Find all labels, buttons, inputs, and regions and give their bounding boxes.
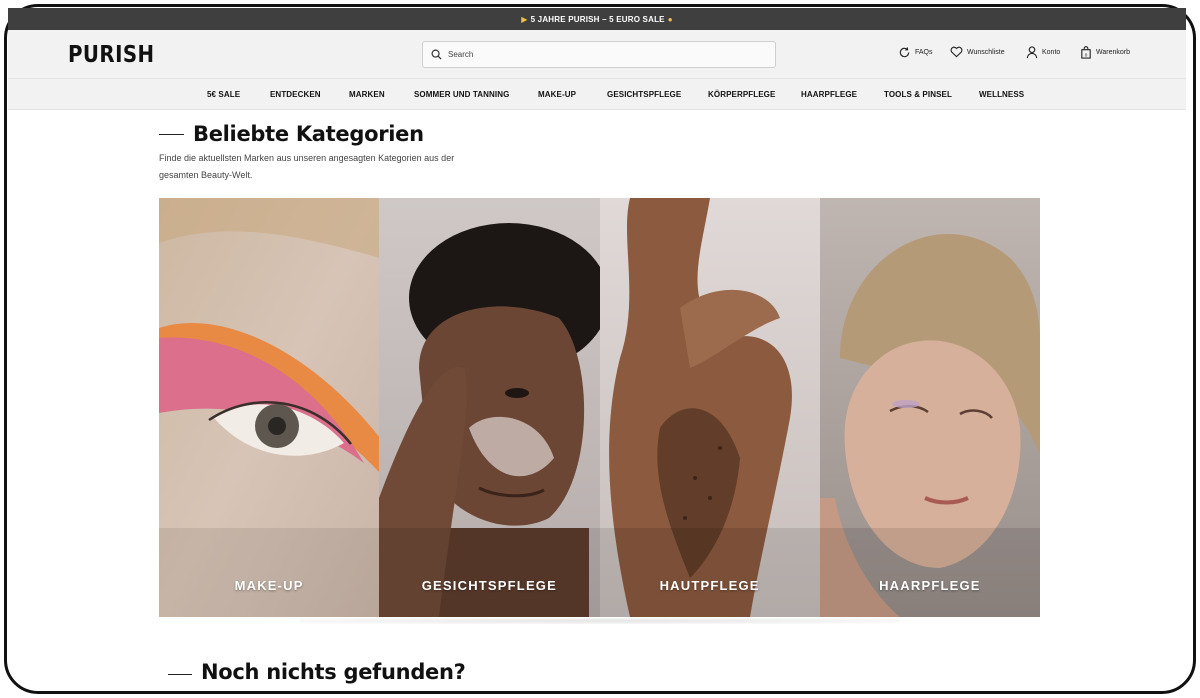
party-popper-icon: ▶ bbox=[521, 14, 528, 24]
nav-item-sale[interactable]: 5€ SALE bbox=[207, 90, 240, 99]
section-subtitle: Finde die aktuellsten Marken aus unseren… bbox=[159, 153, 455, 180]
search-input[interactable] bbox=[448, 50, 748, 59]
main-nav: 5€ SALE ENTDECKEN MARKEN SOMMER UND TANN… bbox=[8, 78, 1186, 110]
refresh-chat-icon bbox=[899, 47, 910, 58]
nav-item-tools[interactable]: TOOLS & PINSEL bbox=[884, 90, 952, 99]
search-icon bbox=[431, 49, 442, 60]
category-grid: MAKE-UP GESICHTSPFLEGE HAUTPFLEGE HAARPF… bbox=[159, 198, 1040, 617]
heart-icon bbox=[950, 46, 963, 58]
category-label: GESICHTSPFLEGE bbox=[421, 578, 557, 593]
category-tile-gesichtspflege[interactable]: GESICHTSPFLEGE bbox=[379, 198, 600, 617]
nav-item-gesichtspflege[interactable]: GESICHTSPFLEGE bbox=[607, 90, 681, 99]
wishlist-link[interactable]: Wunschliste bbox=[950, 46, 1005, 58]
announcement-text: 5 JAHRE PURISH – 5 EURO SALE bbox=[530, 14, 665, 24]
nav-item-marken[interactable]: MARKEN bbox=[349, 90, 385, 99]
cart-label: Warenkorb bbox=[1096, 49, 1130, 56]
wishlist-label: Wunschliste bbox=[967, 48, 1005, 56]
nav-item-wellness[interactable]: WELLNESS bbox=[979, 90, 1024, 99]
nav-item-entdecken[interactable]: ENTDECKEN bbox=[270, 90, 321, 99]
cart-link[interactable]: 0 Warenkorb bbox=[1080, 46, 1130, 59]
nav-item-haarpflege[interactable]: HAARPFLEGE bbox=[801, 90, 857, 99]
search-box[interactable] bbox=[422, 41, 776, 68]
section-title: Beliebte Kategorien bbox=[193, 122, 424, 146]
hautpflege-image bbox=[599, 198, 820, 617]
category-tile-haarpflege[interactable]: HAARPFLEGE bbox=[819, 198, 1040, 617]
site-header: PURISH FAQs Wunschliste Konto 0 bbox=[8, 30, 1186, 78]
faqs-label: FAQs bbox=[915, 49, 933, 56]
nav-item-sommer[interactable]: SOMMER UND TANNING bbox=[414, 90, 509, 99]
gesichtspflege-image bbox=[379, 198, 600, 617]
money-icon: ● bbox=[667, 14, 673, 24]
faqs-link[interactable]: FAQs bbox=[898, 46, 933, 59]
make-up-image bbox=[159, 198, 380, 617]
grid-shadow bbox=[300, 618, 900, 624]
category-tile-make-up[interactable]: MAKE-UP bbox=[159, 198, 380, 617]
next-section-title: Noch nichts gefunden? bbox=[201, 660, 466, 684]
category-label: HAUTPFLEGE bbox=[659, 578, 760, 593]
svg-text:0: 0 bbox=[1085, 53, 1088, 58]
announcement-bar[interactable]: ▶ 5 JAHRE PURISH – 5 EURO SALE ● bbox=[8, 8, 1186, 30]
account-link[interactable]: Konto bbox=[1026, 46, 1060, 59]
section-title-rule bbox=[159, 134, 184, 135]
user-icon bbox=[1026, 46, 1038, 59]
next-section-rule bbox=[168, 674, 192, 675]
category-label: HAARPFLEGE bbox=[879, 578, 981, 593]
category-label: MAKE-UP bbox=[234, 578, 304, 593]
shopping-bag-icon: 0 bbox=[1081, 46, 1091, 59]
nav-item-make-up[interactable]: MAKE-UP bbox=[538, 90, 576, 99]
category-tile-hautpflege[interactable]: HAUTPFLEGE bbox=[599, 198, 820, 617]
nav-item-koerperpflege[interactable]: KÖRPERPFLEGE bbox=[708, 90, 775, 99]
logo[interactable]: PURISH bbox=[68, 42, 155, 68]
account-label: Konto bbox=[1042, 49, 1061, 56]
haarpflege-image bbox=[819, 198, 1040, 617]
